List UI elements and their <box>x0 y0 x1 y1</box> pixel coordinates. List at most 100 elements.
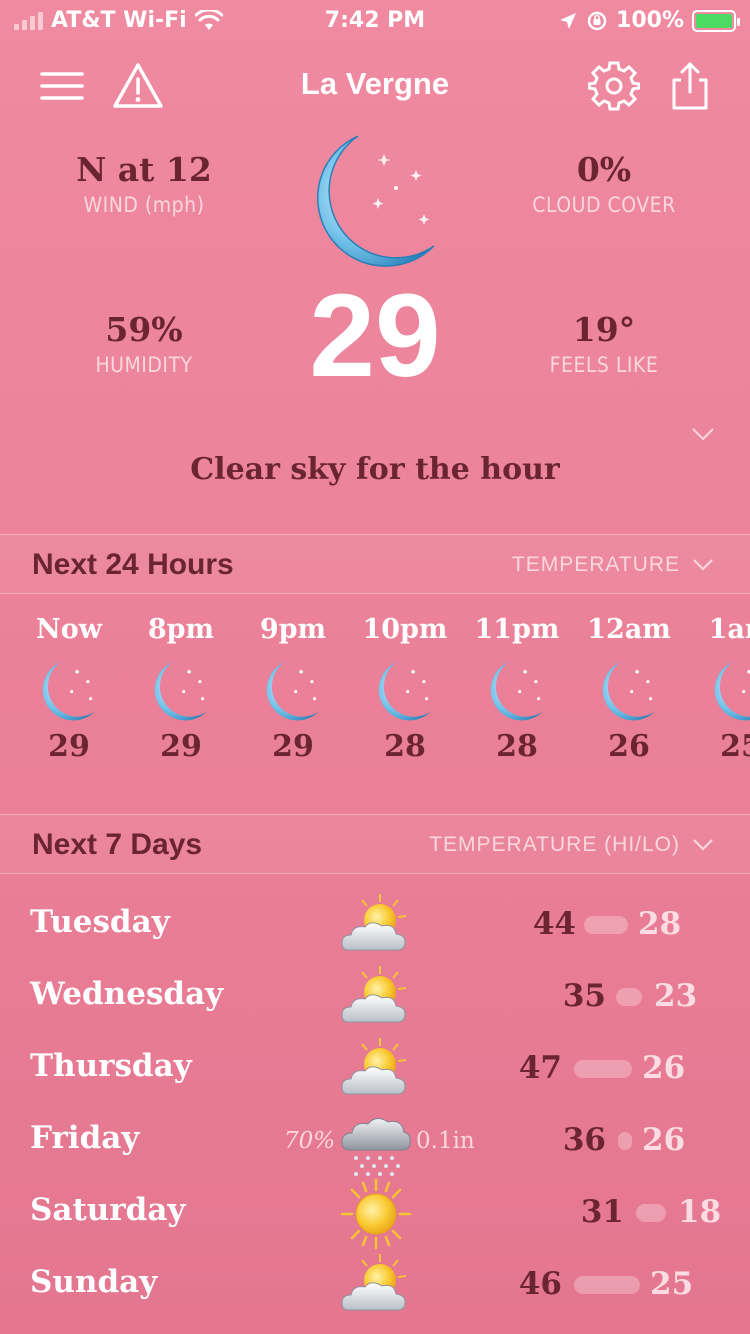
sun-icon <box>340 1178 412 1250</box>
feels-like-stat: 19° FEELS LIKE <box>484 310 724 377</box>
hour-item: 8pm 29 <box>125 594 237 764</box>
gear-icon[interactable] <box>588 60 640 112</box>
location-arrow-icon <box>560 12 577 29</box>
chevron-down-icon <box>693 559 713 571</box>
high-temp: 47 <box>518 1050 562 1086</box>
hour-temp: 28 <box>384 729 426 764</box>
day-name: Tuesday <box>30 904 170 940</box>
wind-stat: N at 12 WIND (mph) <box>24 150 264 217</box>
status-bar: AT&T Wi-Fi 7:42 PM 100% <box>0 0 750 42</box>
cloud-cover-stat: 0% CLOUD COVER <box>484 150 724 217</box>
daily-metric-picker[interactable]: TEMPERATURE (HI/LO) <box>429 833 714 857</box>
hour-temp: 25 <box>720 729 750 764</box>
low-temp: 25 <box>650 1266 694 1302</box>
hour-temp: 29 <box>272 729 314 764</box>
hourly-forecast-strip[interactable]: Now 29 8pm 29 9pm 29 10pm 28 11pm 28 12a… <box>0 594 750 814</box>
low-temp: 26 <box>642 1050 686 1086</box>
share-icon[interactable] <box>664 60 716 112</box>
hourly-metric-picker[interactable]: TEMPERATURE <box>512 553 714 577</box>
hour-item: 12am 26 <box>573 594 685 764</box>
current-temperature: 29 <box>309 270 441 402</box>
hour-temp: 26 <box>608 729 650 764</box>
hour-temp: 28 <box>496 729 538 764</box>
hour-time: 9pm <box>259 614 327 645</box>
feels-like-value: 19° <box>572 310 636 349</box>
crescent-moon-icon <box>378 661 432 721</box>
hour-summary: Clear sky for the hour <box>190 452 560 487</box>
day-name: Saturday <box>30 1192 186 1228</box>
daily-header: Next 7 Days TEMPERATURE (HI/LO) <box>0 814 750 874</box>
hour-item: Now 29 <box>13 594 125 764</box>
hour-time: 8pm <box>147 614 215 645</box>
precip-amount: 0.1in <box>416 1128 475 1154</box>
day-row[interactable]: Thursday 47 26 <box>0 1034 750 1106</box>
low-temp: 23 <box>654 978 698 1014</box>
temp-range-bar <box>574 1276 640 1294</box>
hour-item: 1am 25 <box>685 594 750 764</box>
partly-cloudy-icon <box>341 966 407 1023</box>
low-temp: 28 <box>638 906 682 942</box>
day-row[interactable]: Wednesday 35 23 <box>0 962 750 1034</box>
temp-range-bar <box>618 1132 632 1150</box>
high-temp: 31 <box>580 1194 624 1230</box>
partly-cloudy-icon <box>341 1254 407 1311</box>
high-temp: 35 <box>562 978 606 1014</box>
chevron-down-icon <box>693 839 713 851</box>
day-row[interactable]: Friday 70% 0.1in 36 26 <box>0 1106 750 1178</box>
precip-chance: 70% <box>284 1128 336 1154</box>
hour-item: 9pm 29 <box>237 594 349 764</box>
low-temp: 26 <box>642 1122 686 1158</box>
partly-cloudy-icon <box>341 1038 407 1095</box>
daily-metric-label: TEMPERATURE (HI/LO) <box>429 833 680 856</box>
cloud-cover-label: CLOUD COVER <box>532 193 676 217</box>
high-temp: 46 <box>518 1266 562 1302</box>
snow-cloud-icon <box>341 1118 411 1176</box>
low-temp: 18 <box>678 1194 722 1230</box>
day-row[interactable]: Sunday 46 25 <box>0 1250 750 1322</box>
day-row[interactable]: Tuesday 44 28 <box>0 890 750 962</box>
nav-bar: La Vergne <box>0 56 750 116</box>
hourly-title: Next 24 Hours <box>32 548 234 581</box>
humidity-stat: 59% HUMIDITY <box>24 310 264 377</box>
chevron-down-icon[interactable] <box>690 426 716 442</box>
battery-percent: 100% <box>616 8 684 33</box>
wind-value: N at 12 <box>76 150 212 189</box>
day-name: Friday <box>30 1120 140 1156</box>
hourly-header: Next 24 Hours TEMPERATURE <box>0 534 750 594</box>
hour-item: 10pm 28 <box>349 594 461 764</box>
hour-temp: 29 <box>160 729 202 764</box>
partly-cloudy-icon <box>341 894 407 951</box>
crescent-moon-icon <box>42 661 96 721</box>
cloud-cover-value: 0% <box>576 150 632 189</box>
day-name: Sunday <box>30 1264 158 1300</box>
day-row[interactable]: Saturday 31 18 <box>0 1178 750 1250</box>
crescent-moon-icon <box>714 661 750 721</box>
battery-icon <box>692 9 740 32</box>
humidity-value: 59% <box>105 310 183 349</box>
hourly-metric-label: TEMPERATURE <box>511 553 680 576</box>
hour-time: Now <box>36 614 102 645</box>
temp-range-bar <box>584 916 628 934</box>
hour-time: 1am <box>708 614 750 645</box>
hour-item: 11pm 28 <box>461 594 573 764</box>
crescent-moon-icon <box>154 661 208 721</box>
crescent-moon-icon <box>602 661 656 721</box>
crescent-moon-icon <box>317 135 435 267</box>
high-temp: 36 <box>562 1122 606 1158</box>
crescent-moon-icon <box>490 661 544 721</box>
hour-time: 10pm <box>362 614 448 645</box>
day-name: Wednesday <box>30 976 224 1012</box>
crescent-moon-icon <box>266 661 320 721</box>
hour-time: 11pm <box>474 614 560 645</box>
day-name: Thursday <box>30 1048 192 1084</box>
hour-temp: 29 <box>48 729 90 764</box>
high-temp: 44 <box>532 906 576 942</box>
humidity-label: HUMIDITY <box>95 353 193 377</box>
wind-label: WIND (mph) <box>83 193 205 217</box>
status-right: 100% <box>558 8 740 33</box>
hour-time: 12am <box>587 614 671 645</box>
temp-range-bar <box>574 1060 632 1078</box>
orientation-lock-icon <box>587 11 607 30</box>
temp-range-bar <box>616 988 642 1006</box>
feels-like-label: FEELS LIKE <box>549 353 659 377</box>
